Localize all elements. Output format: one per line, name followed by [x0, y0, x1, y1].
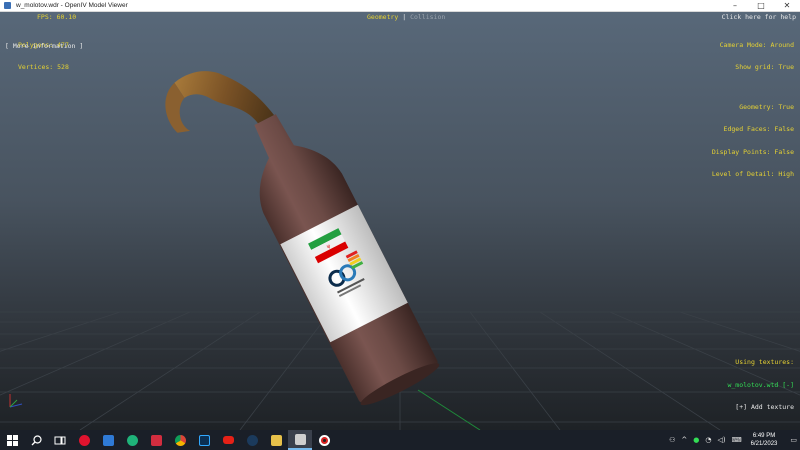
- outlook-icon: [102, 434, 114, 446]
- taskbar-app-wps[interactable]: [144, 430, 168, 450]
- telegram-icon: [126, 434, 138, 446]
- youtube-icon: [222, 436, 234, 444]
- show-grid-setting[interactable]: Show grid: True: [712, 63, 794, 71]
- vertices-readout: Vertices: 528: [18, 63, 69, 72]
- using-textures-label: Using textures:: [735, 358, 794, 367]
- display-points-setting[interactable]: Display Points: False: [712, 148, 794, 156]
- textures-panel: Using textures: w_molotov.wtd [-] [+] Ad…: [727, 345, 794, 426]
- level-of-detail-setting[interactable]: Level of Detail: High: [712, 170, 794, 178]
- edged-faces-setting[interactable]: Edged Faces: False: [712, 125, 794, 133]
- 3d-scene: ψ: [0, 71, 800, 430]
- taskbar-app-telegram[interactable]: [120, 430, 144, 450]
- clock-date: 6/21/2023: [750, 441, 778, 447]
- show-hidden-icons-icon[interactable]: ^: [681, 436, 687, 444]
- wps-icon: [150, 434, 162, 446]
- window-controls: – □ ✕: [722, 0, 800, 12]
- minimize-button[interactable]: –: [722, 0, 748, 12]
- close-button[interactable]: ✕: [774, 0, 800, 12]
- chrome-icon: [174, 434, 186, 446]
- steam-icon: [246, 434, 258, 446]
- taskbar-app-outlook[interactable]: [96, 430, 120, 450]
- taskbar-app-file-explorer[interactable]: [264, 430, 288, 450]
- taskbar-app-opera[interactable]: [72, 430, 96, 450]
- people-icon[interactable]: ⚇: [669, 436, 675, 444]
- window-title-bar: w_molotov.wdr - OpenIV Model Viewer – □ …: [0, 0, 800, 12]
- taskbar-app-photoshop[interactable]: [192, 430, 216, 450]
- axis-gizmo-icon: [9, 394, 23, 408]
- texture-file-link[interactable]: w_molotov.wtd [-]: [727, 381, 794, 389]
- maximize-button[interactable]: □: [748, 0, 774, 12]
- add-texture-button[interactable]: [+] Add texture: [727, 403, 794, 411]
- start-button[interactable]: [0, 430, 24, 450]
- openiv-icon: [294, 433, 306, 445]
- opera-icon: [78, 434, 90, 446]
- viewer-settings: Camera Mode: Around Show grid: True Geom…: [712, 27, 794, 193]
- taskbar-app-steam[interactable]: [240, 430, 264, 450]
- start-icon: [6, 434, 18, 446]
- search-button[interactable]: [24, 430, 48, 450]
- clock-time: 6:49 PM: [752, 433, 776, 439]
- notifications-icon[interactable]: ▭: [790, 436, 797, 444]
- system-tray: ⚇ ^ ● ◔ ◁) ⌨ 6:49 PM 6/21/2023 ▭: [666, 430, 800, 450]
- volume-icon[interactable]: ◁): [717, 436, 725, 444]
- model-viewport[interactable]: ψ FPS: 60.10 Polygons: 477 Vertices: 528…: [0, 12, 800, 430]
- keyboard-icon[interactable]: ⌨: [732, 436, 742, 444]
- vpn-status-icon[interactable]: ●: [693, 436, 699, 444]
- camera-mode-setting[interactable]: Camera Mode: Around: [712, 41, 794, 49]
- geometry-mode-toggle[interactable]: Geometry: [367, 13, 398, 21]
- model-stats: Polygons: 477 Vertices: 528: [18, 27, 69, 86]
- task-view-button[interactable]: [48, 430, 72, 450]
- mode-separator: |: [398, 13, 411, 21]
- taskbar-app-recorder[interactable]: [312, 430, 336, 450]
- more-information-link[interactable]: [ More information ]: [5, 42, 83, 50]
- geometry-setting[interactable]: Geometry: True: [712, 103, 794, 111]
- axis-line: [417, 389, 481, 430]
- help-link[interactable]: Click here for help: [722, 13, 796, 21]
- file-explorer-icon: [270, 434, 282, 446]
- openiv-app-icon: [4, 2, 11, 9]
- search-icon: [31, 434, 42, 445]
- taskbar-app-openiv[interactable]: [288, 430, 312, 450]
- collision-mode-toggle[interactable]: Collision: [410, 13, 445, 21]
- taskbar-app-chrome[interactable]: [168, 430, 192, 450]
- view-mode-switch: Geometry | Collision: [367, 13, 445, 21]
- windows-taskbar: ⚇ ^ ● ◔ ◁) ⌨ 6:49 PM 6/21/2023 ▭: [0, 430, 800, 450]
- taskbar-app-youtube[interactable]: [216, 430, 240, 450]
- task-view-icon: [54, 436, 66, 444]
- molotov-bottle-model: ψ: [165, 71, 440, 406]
- photoshop-icon: [198, 434, 210, 446]
- network-icon[interactable]: ◔: [705, 436, 711, 444]
- window-title: w_molotov.wdr - OpenIV Model Viewer: [16, 2, 128, 9]
- fps-readout: FPS: 60.10: [37, 13, 77, 21]
- recorder-icon: [318, 434, 330, 446]
- taskbar-clock[interactable]: 6:49 PM 6/21/2023: [751, 432, 778, 448]
